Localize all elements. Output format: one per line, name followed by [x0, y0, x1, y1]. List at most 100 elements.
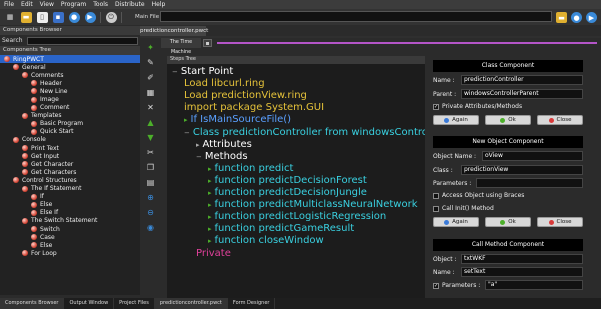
expand-icon[interactable]: ▸	[208, 225, 212, 233]
modify-icon[interactable]: ▦	[145, 87, 156, 98]
move-up-icon[interactable]: ▲	[145, 117, 156, 128]
tree-item[interactable]: Basic Program	[0, 120, 140, 128]
close-button[interactable]: Close	[537, 217, 583, 227]
tree-item[interactable]: Get Characters	[0, 168, 140, 176]
menu-item[interactable]: Distribute	[115, 1, 145, 8]
tree-item[interactable]: Else	[0, 201, 140, 209]
step-line[interactable]: ▸ function predictMulticlassNeuralNetwork	[208, 199, 418, 211]
expand-icon[interactable]: ▸	[208, 189, 212, 197]
step-line[interactable]: Load libcurl.ring	[184, 78, 265, 90]
tree-item[interactable]: Case	[0, 233, 140, 241]
braces-checkbox[interactable]: Access Object using Braces	[433, 192, 524, 199]
menu-item[interactable]: Help	[152, 1, 166, 8]
again-button[interactable]: Again	[433, 115, 479, 125]
parameters-field[interactable]	[476, 178, 583, 188]
tree-item[interactable]: Console	[0, 136, 140, 144]
step-line[interactable]: − Start Point	[172, 66, 233, 78]
delete-icon[interactable]: ✕	[145, 102, 156, 113]
private-checkbox[interactable]: ✓ Private Attributes/Methods	[433, 103, 522, 110]
menu-item[interactable]: Tools	[93, 1, 108, 8]
tree-item[interactable]: Quick Start	[0, 128, 140, 136]
parameters-checkbox[interactable]: ✓ Parameters :	[433, 282, 480, 289]
tree-item[interactable]: RingPWCT	[0, 55, 140, 64]
class-parent-field[interactable]: windowsControllerParent	[461, 89, 583, 99]
edit-icon[interactable]: ✐	[145, 72, 156, 83]
init-checkbox[interactable]: Call Init() Method	[433, 205, 494, 212]
tree-item[interactable]: Else If	[0, 209, 140, 217]
time-machine-slider[interactable]	[217, 42, 597, 44]
object-field[interactable]: txtWKF	[461, 254, 583, 264]
tree-item[interactable]: Print Text	[0, 144, 140, 152]
step-line[interactable]: ▸ Attributes	[196, 139, 252, 151]
debug-icon[interactable]: ⏻	[105, 11, 117, 23]
tree-item[interactable]: General	[0, 63, 140, 71]
run-icon[interactable]: ▶	[586, 12, 597, 23]
tree-item[interactable]: The If Statement	[0, 185, 140, 193]
bottom-tab[interactable]: Output Window	[64, 298, 115, 309]
step-line[interactable]: − Class predictionController from windows…	[184, 127, 425, 139]
steps-tree[interactable]: − Start Point Load libcurl.ring Load predic…	[167, 64, 425, 298]
components-tree[interactable]: RingPWCT General Comments Header New Line Ima…	[0, 55, 140, 295]
time-machine-tab[interactable]: The Time Machine	[161, 38, 201, 55]
bottom-tab[interactable]: Project Files	[114, 298, 155, 309]
tree-item[interactable]: Comments	[0, 71, 140, 79]
expand-icon[interactable]: ▸	[196, 141, 200, 149]
collapse-icon[interactable]: −	[196, 153, 202, 161]
tree-item[interactable]: Switch	[0, 225, 140, 233]
collapse-icon[interactable]: −	[184, 129, 190, 137]
interaction-icon[interactable]: ✦	[145, 42, 156, 53]
class-name-field[interactable]: predictionController	[461, 75, 583, 85]
step-line[interactable]: ▸ function predictDecisionForest	[208, 175, 367, 187]
expand-icon[interactable]: ▸	[208, 237, 212, 245]
step-line[interactable]: − Methods	[196, 151, 248, 163]
step-line[interactable]: ▸ function predict	[208, 163, 293, 175]
class-field[interactable]: predictionView	[461, 165, 583, 175]
method-name-field[interactable]: setText	[461, 267, 583, 277]
tree-item[interactable]: Get Character	[0, 160, 140, 168]
close-icon[interactable]	[203, 39, 212, 47]
step-line[interactable]: Private	[196, 248, 231, 260]
bottom-tab[interactable]: Components Browser	[0, 298, 65, 309]
menu-item[interactable]: View	[40, 1, 54, 8]
call-parameters-field[interactable]: "a"	[485, 280, 583, 290]
menu-item[interactable]: Edit	[21, 1, 33, 8]
tree-item[interactable]: Control Structures	[0, 176, 140, 184]
tree-item[interactable]: The Switch Statement	[0, 217, 140, 225]
globe-icon[interactable]: ●	[571, 12, 582, 23]
globe-icon[interactable]: ●	[68, 11, 80, 23]
expand-icon[interactable]: ▸	[208, 177, 212, 185]
step-line[interactable]: Load predictionView.ring	[184, 90, 307, 102]
menu-item[interactable]: Program	[61, 1, 86, 8]
tree-item[interactable]: Header	[0, 79, 140, 87]
bottom-tab[interactable]: Form Designer	[228, 298, 276, 309]
grid-icon[interactable]: ▦	[5, 12, 16, 23]
menu-item[interactable]: File	[4, 1, 14, 8]
copy-icon[interactable]: ❐	[145, 162, 156, 173]
tree-item[interactable]: Get Input	[0, 152, 140, 160]
move-down-icon[interactable]: ▼	[145, 132, 156, 143]
expand-icon[interactable]: ▸	[208, 213, 212, 221]
close-button[interactable]: Close	[537, 115, 583, 125]
step-line[interactable]: ▸ If IsMainSourceFile()	[184, 114, 291, 126]
comment-icon[interactable]: ✎	[145, 57, 156, 68]
step-line[interactable]: import package System.GUI	[184, 102, 324, 114]
paste-icon[interactable]: ▤	[145, 177, 156, 188]
new-file-icon[interactable]: ▯	[36, 11, 48, 23]
ok-button[interactable]: Ok	[485, 217, 531, 227]
step-line[interactable]: ▸ function predictDecisionJungle	[208, 187, 367, 199]
document-tab[interactable]: predictioncontroller.pwct	[140, 26, 208, 36]
tree-item[interactable]: Templates	[0, 112, 140, 120]
ok-button[interactable]: Ok	[485, 115, 531, 125]
step-line[interactable]: ▸ function predictGameResult	[208, 223, 354, 235]
step-line[interactable]: ▸ function predictLogisticRegression	[208, 211, 386, 223]
zoom-in-icon[interactable]: ⊕	[145, 192, 156, 203]
run-icon[interactable]: ▶	[84, 11, 96, 23]
expand-icon[interactable]: ▸	[184, 116, 188, 124]
tree-item[interactable]: Comment	[0, 104, 140, 112]
again-button[interactable]: Again	[433, 217, 479, 227]
expand-icon[interactable]: ▸	[208, 201, 212, 209]
bottom-tab[interactable]: predictioncontroller.pwct	[154, 298, 228, 309]
settings-icon[interactable]: ◉	[145, 222, 156, 233]
tree-item[interactable]: Else	[0, 241, 140, 249]
tree-item[interactable]: New Line	[0, 87, 140, 95]
